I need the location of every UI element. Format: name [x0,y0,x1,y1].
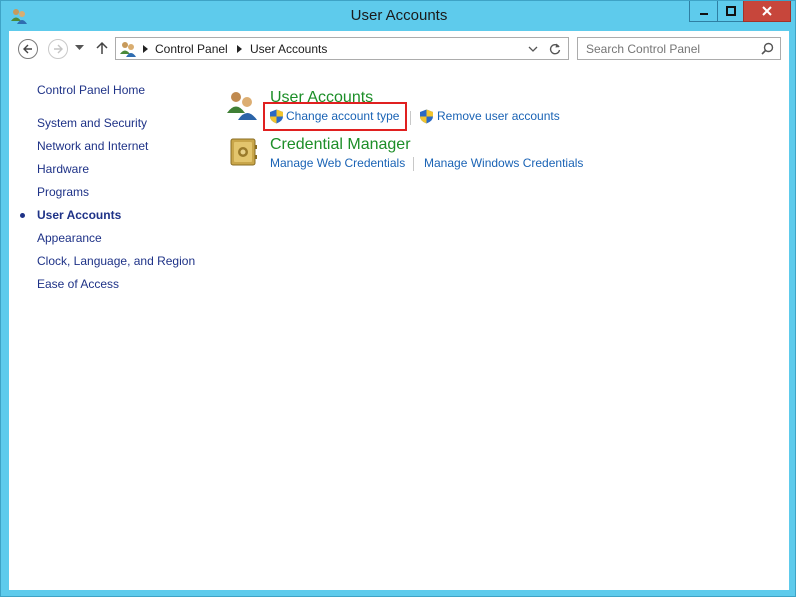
minimize-button[interactable] [689,1,717,22]
recent-locations-icon[interactable] [75,45,84,51]
close-icon [762,6,772,16]
nav-appearance[interactable]: Appearance [37,231,102,245]
minimize-icon [699,13,708,15]
client-area: Control Panel User Accounts Control Pane… [9,31,789,590]
chevron-right-icon[interactable] [237,45,242,53]
navigation-bar: Control Panel User Accounts [9,31,789,67]
nav-network-and-internet[interactable]: Network and Internet [37,139,148,153]
back-button[interactable] [18,39,38,59]
users-icon[interactable] [226,89,258,121]
window-title: User Accounts [350,7,448,24]
uac-shield-icon [420,109,433,124]
link-manage-web-credentials[interactable]: Manage Web Credentials [270,156,405,170]
chevron-down-icon[interactable] [528,46,538,52]
breadcrumb-user-accounts[interactable]: User Accounts [250,42,327,56]
link-divider [413,157,414,171]
arrow-left-icon [23,44,32,54]
nav-user-accounts[interactable]: User Accounts [37,208,121,222]
maximize-icon [725,6,736,16]
maximize-button[interactable] [717,1,743,22]
chevron-right-icon[interactable] [143,45,148,53]
search-icon[interactable] [761,42,774,55]
link-divider [410,111,411,125]
close-button[interactable] [743,1,791,22]
address-bar[interactable]: Control Panel User Accounts [115,37,569,60]
window-controls [689,1,791,22]
nav-programs[interactable]: Programs [37,185,89,199]
nav-control-panel-home[interactable]: Control Panel Home [37,83,145,97]
link-change-account-type[interactable]: Change account type [286,109,399,123]
breadcrumb-control-panel[interactable]: Control Panel [155,42,228,56]
nav-hardware[interactable]: Hardware [37,162,89,176]
search-input[interactable] [586,42,756,56]
arrow-right-icon [54,44,63,54]
title-bar[interactable]: User Accounts [1,1,796,31]
link-remove-user-accounts[interactable]: Remove user accounts [437,109,560,123]
vault-icon[interactable] [228,136,260,168]
link-manage-windows-credentials[interactable]: Manage Windows Credentials [424,156,583,170]
nav-clock-language-region[interactable]: Clock, Language, and Region [37,254,195,268]
category-title-credential-manager[interactable]: Credential Manager [270,136,411,154]
control-panel-icon [120,42,136,57]
search-box[interactable] [577,37,781,60]
nav-ease-of-access[interactable]: Ease of Access [37,277,119,291]
forward-button[interactable] [48,39,68,59]
nav-system-and-security[interactable]: System and Security [37,116,147,130]
current-item-bullet [20,213,25,218]
up-arrow-icon[interactable] [96,41,108,55]
window: User Accounts Control Panel User Account… [0,0,796,597]
refresh-icon[interactable] [548,42,562,56]
uac-shield-icon [270,109,283,124]
